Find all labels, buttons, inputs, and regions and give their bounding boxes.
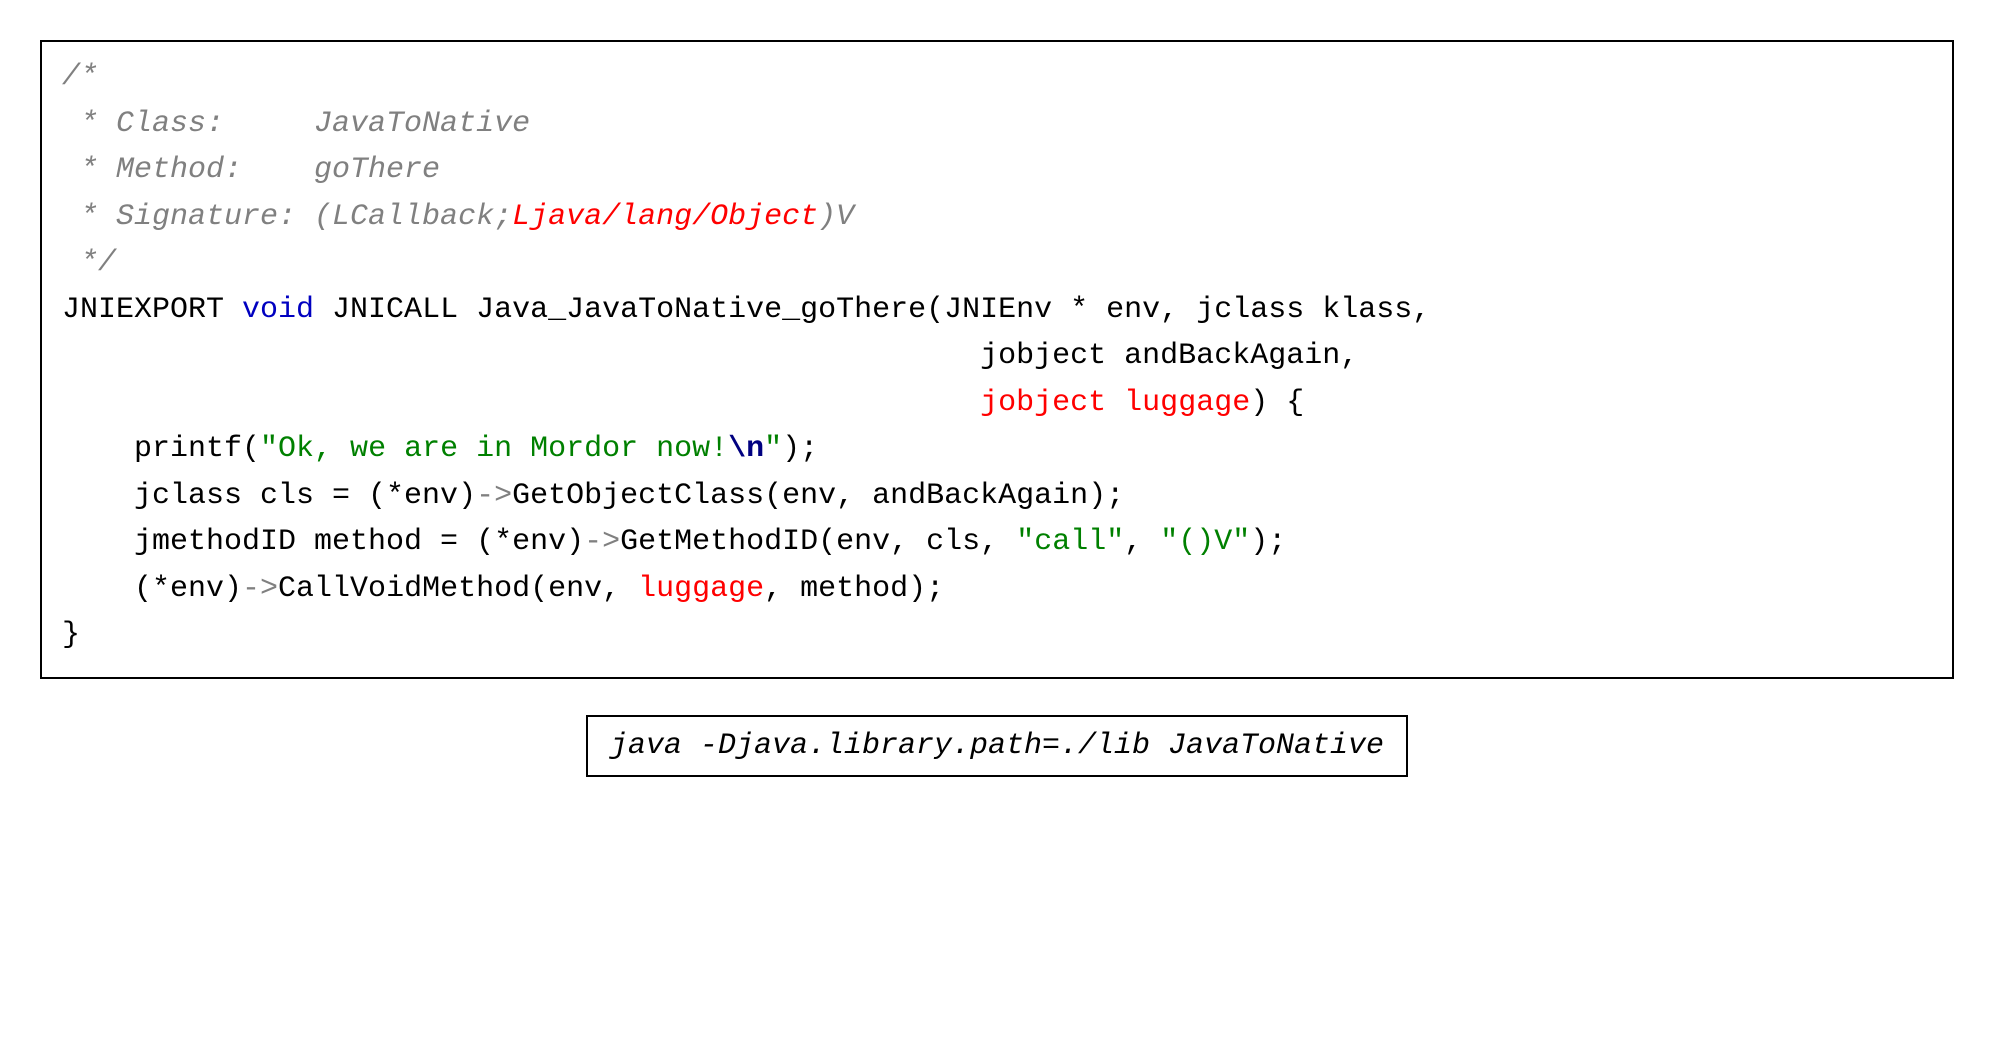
code-text: (*env): [62, 572, 242, 606]
code-text: GetObjectClass(env, andBackAgain);: [512, 479, 1124, 513]
command-box: java -Djava.library.path=./lib JavaToNat…: [586, 715, 1408, 777]
keyword: void: [242, 293, 314, 327]
arrow-operator: ->: [584, 525, 620, 559]
highlighted-param: jobject luggage: [980, 386, 1250, 420]
code-text: JNICALL Java_JavaToNative_goThere(JNIEnv…: [314, 293, 1430, 327]
code-text: [62, 386, 980, 420]
string-literal: ": [764, 432, 782, 466]
comment-line: */: [62, 246, 116, 280]
comment-line: * Method: goThere: [62, 153, 440, 187]
arrow-operator: ->: [242, 572, 278, 606]
highlighted-arg: luggage: [638, 572, 764, 606]
code-text: CallVoidMethod(env,: [278, 572, 638, 606]
code-text: , method);: [764, 572, 944, 606]
string-escape: \n: [728, 432, 764, 466]
string-literal: "Ok, we are in Mordor now!: [260, 432, 728, 466]
arrow-operator: ->: [476, 479, 512, 513]
code-text: jclass cls = (*env): [62, 479, 476, 513]
code-text: ,: [1124, 525, 1160, 559]
comment-line: /*: [62, 60, 98, 94]
code-text: JNIEXPORT: [62, 293, 242, 327]
code-text: jmethodID method = (*env): [62, 525, 584, 559]
code-text: }: [62, 618, 80, 652]
code-text: );: [1250, 525, 1286, 559]
string-literal: "()V": [1160, 525, 1250, 559]
command-text: java -Djava.library.path=./lib JavaToNat…: [610, 729, 1384, 763]
comment-line: )V: [818, 200, 854, 234]
string-literal: "call": [1016, 525, 1124, 559]
code-text: printf(: [62, 432, 260, 466]
comment-line: * Signature: (LCallback;: [62, 200, 512, 234]
code-text: );: [782, 432, 818, 466]
comment-line: * Class: JavaToNative: [62, 107, 530, 141]
code-text: jobject andBackAgain,: [62, 339, 1358, 373]
comment-highlight: Ljava/lang/Object: [512, 200, 818, 234]
code-text: ) {: [1250, 386, 1304, 420]
code-text: GetMethodID(env, cls,: [620, 525, 1016, 559]
code-block: /* * Class: JavaToNative * Method: goThe…: [40, 40, 1954, 679]
